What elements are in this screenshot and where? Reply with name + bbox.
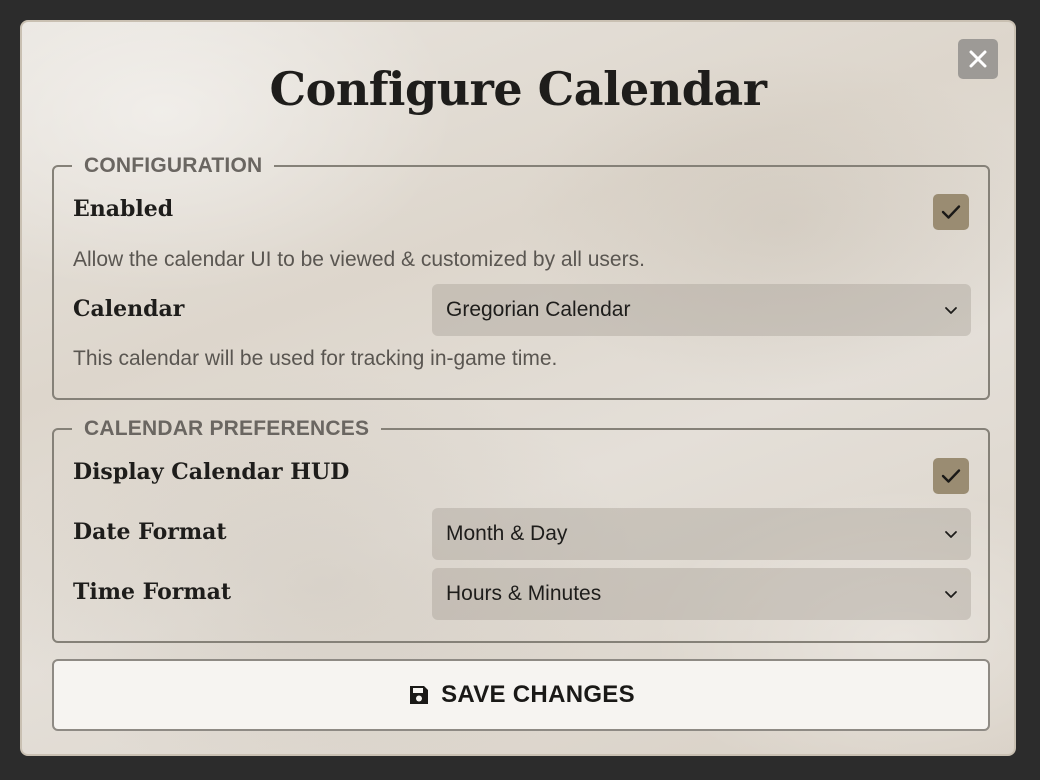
enabled-checkbox[interactable] xyxy=(933,194,969,230)
date-format-select[interactable]: Month & Day xyxy=(432,508,971,560)
display-hud-checkbox[interactable] xyxy=(933,458,969,494)
checkmark-icon xyxy=(941,205,961,219)
save-changes-label: SAVE CHANGES xyxy=(441,681,635,708)
checkmark-icon xyxy=(941,469,961,483)
floppy-disk-icon xyxy=(410,686,429,704)
date-format-label: Date Format xyxy=(73,519,227,545)
configuration-legend: CONFIGURATION xyxy=(84,154,263,177)
calendar-hint: This calendar will be used for tracking … xyxy=(73,347,558,370)
calendar-label: Calendar xyxy=(73,296,185,322)
dialog-title: Configure Calendar xyxy=(269,62,767,116)
time-format-select[interactable]: Hours & Minutes xyxy=(432,568,971,620)
calendar-select[interactable]: Gregorian Calendar xyxy=(432,284,971,336)
date-format-select-value: Month & Day xyxy=(446,522,568,545)
enabled-label: Enabled xyxy=(73,196,174,222)
save-changes-button[interactable]: SAVE CHANGES xyxy=(52,659,990,731)
chevron-down-icon xyxy=(945,307,957,314)
display-hud-label: Display Calendar HUD xyxy=(73,459,350,485)
chevron-down-icon xyxy=(945,591,957,598)
enabled-hint: Allow the calendar UI to be viewed & cus… xyxy=(73,248,645,271)
configure-calendar-dialog: Configure Calendar CONFIGURATION Enabled… xyxy=(20,20,1016,756)
calendar-preferences-group: CALENDAR PREFERENCES Display Calendar HU… xyxy=(52,417,990,643)
chevron-down-icon xyxy=(945,531,957,538)
time-format-label: Time Format xyxy=(73,579,232,605)
calendar-preferences-legend: CALENDAR PREFERENCES xyxy=(84,417,370,440)
time-format-select-value: Hours & Minutes xyxy=(446,582,602,605)
configuration-group: CONFIGURATION Enabled Allow the calendar… xyxy=(52,154,990,400)
calendar-select-value: Gregorian Calendar xyxy=(446,298,631,321)
